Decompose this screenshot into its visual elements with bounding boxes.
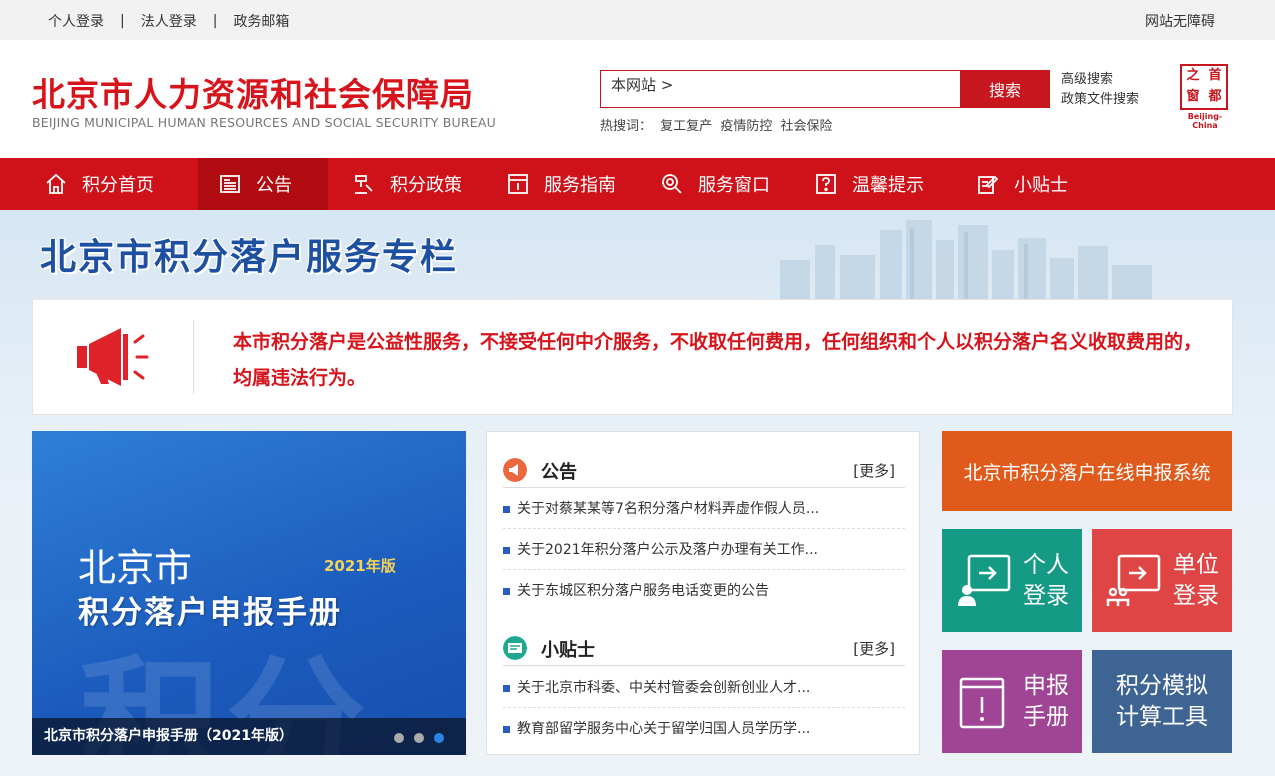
home-icon xyxy=(44,172,68,196)
announcements-header: 公告 [更多] xyxy=(503,452,905,488)
hot-word[interactable]: 复工复产 xyxy=(660,119,712,134)
carousel-year: 2021年版 xyxy=(324,557,396,575)
carousel-dot[interactable] xyxy=(414,733,424,743)
announcement-icon xyxy=(503,458,527,482)
magnifier-icon xyxy=(660,172,684,196)
list-item[interactable]: 教育部留学服务中心关于留学归国人员学历学... xyxy=(503,709,905,749)
legal-login-link[interactable]: 法人登录 xyxy=(141,11,197,31)
search-button[interactable]: 搜索 xyxy=(960,70,1050,108)
site-logo-cn[interactable]: 北京市人力资源和社会保障局 xyxy=(32,68,474,116)
list-item[interactable]: 关于北京市科委、中关村管委会创新创业人才... xyxy=(503,668,905,708)
banner-title: 北京市积分落户服务专栏 xyxy=(40,237,459,278)
nav-label: 服务窗口 xyxy=(698,175,770,196)
tips-title: 小贴士 xyxy=(541,640,595,661)
hot-words: 热搜词： 复工复产 疫情防控 社会保险 xyxy=(600,115,836,134)
search-input[interactable]: 本网站 > xyxy=(600,70,960,108)
top-links: 个人登录 | 法人登录 | 政务邮箱 xyxy=(48,11,289,31)
top-bar: 个人登录 | 法人登录 | 政务邮箱 网站无障碍 xyxy=(0,0,1275,40)
handbook-label: 申报 手册 xyxy=(1023,672,1069,730)
online-apply-system-button[interactable]: 北京市积分落户在线申报系统 xyxy=(942,431,1232,511)
gavel-icon xyxy=(352,172,376,196)
list-item[interactable]: 关于东城区积分落户服务电话变更的公告 xyxy=(503,571,905,611)
announcements-title: 公告 xyxy=(541,462,577,483)
carousel-dot[interactable] xyxy=(394,733,404,743)
header: 北京市人力资源和社会保障局 BEIJING MUNICIPAL HUMAN RE… xyxy=(0,40,1275,158)
nav-label: 服务指南 xyxy=(544,175,616,196)
personal-login-label: 个人 登录 xyxy=(1023,551,1069,609)
unit-login-icon xyxy=(1106,554,1161,606)
nav-label: 小贴士 xyxy=(1014,175,1068,196)
separator: | xyxy=(212,13,218,29)
carousel-line1: 北京市 xyxy=(78,546,193,590)
capital-window-seal[interactable]: 之 首 窗 都 Beijing-China xyxy=(1180,64,1230,130)
tips-more-link[interactable]: [更多] xyxy=(853,638,895,659)
tips-icon xyxy=(503,636,527,660)
seal-en: Beijing-China xyxy=(1187,112,1223,130)
nav-item-home[interactable]: 积分首页 xyxy=(44,158,154,210)
main-nav: 积分首页 公告 积分政策 服务指南 服务窗口 温馨提示 小贴士 xyxy=(0,158,1275,210)
carousel-line2: 积分落户申报手册 xyxy=(78,595,342,631)
site-logo-en: BEIJING MUNICIPAL HUMAN RESOURCES AND SO… xyxy=(32,115,496,130)
policy-search-link[interactable]: 政策文件搜索 xyxy=(1061,90,1139,110)
nav-item-policy[interactable]: 积分政策 xyxy=(352,158,462,210)
hot-words-label: 热搜词： xyxy=(600,119,653,134)
question-icon xyxy=(814,172,838,196)
personal-login-tile[interactable]: 个人 登录 xyxy=(942,529,1082,632)
list-item[interactable]: 关于2021年积分落户公示及落户办理有关工作... xyxy=(503,530,905,570)
advanced-search-link[interactable]: 高级搜索 xyxy=(1061,70,1139,90)
separator: | xyxy=(120,13,125,29)
book-icon xyxy=(506,172,530,196)
notice-divider xyxy=(193,320,194,394)
nav-label: 公告 xyxy=(256,175,292,196)
hot-word[interactable]: 疫情防控 xyxy=(720,119,772,134)
notice-box: 本市积分落户是公益性服务，不接受任何中介服务，不收取任何费用，任何组织和个人以积… xyxy=(32,299,1233,415)
accessibility-link[interactable]: 网站无障碍 xyxy=(1145,11,1215,31)
personal-login-icon xyxy=(958,554,1011,606)
unit-login-tile[interactable]: 单位 登录 xyxy=(1092,529,1232,632)
unit-login-label: 单位 登录 xyxy=(1173,551,1219,609)
news-icon xyxy=(218,172,242,196)
nav-item-announcement[interactable]: 公告 xyxy=(198,158,328,210)
nav-item-tips[interactable]: 小贴士 xyxy=(976,158,1068,210)
notice-text: 本市积分落户是公益性服务，不接受任何中介服务，不收取任何费用，任何组织和个人以积… xyxy=(233,331,1203,389)
skyline-illustration xyxy=(780,220,1152,300)
announcements-more-link[interactable]: [更多] xyxy=(853,460,895,481)
carousel-dots xyxy=(394,733,444,743)
carousel[interactable]: 积分 北京市 2021年版 积分落户申报手册 北京市积分落户申报手册（2021年… xyxy=(32,431,466,755)
tips-header: 小贴士 [更多] xyxy=(503,630,905,666)
carousel-dot-active[interactable] xyxy=(434,733,444,743)
nav-item-tips-warm[interactable]: 温馨提示 xyxy=(814,158,924,210)
list-item[interactable]: 关于对蔡某某等7名积分落户材料弄虚作假人员... xyxy=(503,489,905,529)
personal-login-link[interactable]: 个人登录 xyxy=(48,11,104,31)
search-bar: 本网站 > 搜索 xyxy=(600,70,1050,108)
nav-label: 积分首页 xyxy=(82,175,154,196)
points-calculator-label: 积分模拟 计算工具 xyxy=(1116,672,1208,730)
advanced-search-links: 高级搜索 政策文件搜索 xyxy=(1061,70,1139,110)
nav-item-guide[interactable]: 服务指南 xyxy=(506,158,616,210)
edit-icon xyxy=(976,172,1000,196)
gov-mail-link[interactable]: 政务邮箱 xyxy=(233,11,289,31)
hot-word[interactable]: 社会保险 xyxy=(780,119,832,134)
handbook-icon xyxy=(959,677,1005,728)
megaphone-icon xyxy=(77,328,149,386)
handbook-tile[interactable]: 申报 手册 xyxy=(942,650,1082,753)
news-panel: 公告 [更多] 关于对蔡某某等7名积分落户材料弄虚作假人员... 关于2021年… xyxy=(486,431,920,755)
nav-item-window[interactable]: 服务窗口 xyxy=(660,158,770,210)
nav-label: 积分政策 xyxy=(390,175,462,196)
points-calculator-tile[interactable]: 积分模拟 计算工具 xyxy=(1092,650,1232,753)
nav-label: 温馨提示 xyxy=(852,175,924,196)
seal-icon: 之 首 窗 都 xyxy=(1180,64,1228,110)
